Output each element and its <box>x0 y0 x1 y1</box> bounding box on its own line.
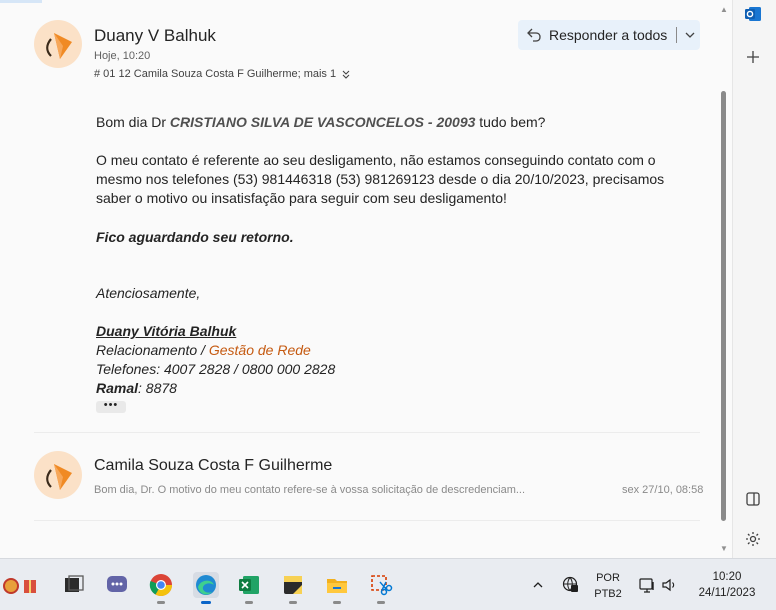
waiting-line: Fico aguardando seu retorno. <box>96 229 294 245</box>
network-icon[interactable] <box>561 575 579 598</box>
display-icon[interactable] <box>638 576 656 599</box>
recipients-text: # 01 12 Camila Souza Costa F Guilherme; … <box>94 68 337 80</box>
signature-role-prefix: Relacionamento / <box>96 342 209 358</box>
language-bottom[interactable]: PTB2 <box>593 588 623 600</box>
message-divider <box>34 432 700 433</box>
teams-chat-icon[interactable] <box>105 573 129 597</box>
paragraph-line-3: saber o motivo ou insatisfação para segu… <box>96 190 507 206</box>
greeting-line: Bom dia Dr CRISTIANO SILVA DE VASCONCELO… <box>96 114 545 130</box>
edge-indicator <box>201 601 211 604</box>
scroll-down-arrow[interactable]: ▼ <box>720 544 728 553</box>
message2-preview: Bom dia, Dr. O motivo do meu contato ref… <box>94 484 526 496</box>
scrollbar-thumb[interactable] <box>721 91 726 521</box>
edge-icon[interactable] <box>193 572 219 598</box>
chrome-icon[interactable] <box>149 573 173 597</box>
sender-avatar[interactable] <box>34 20 82 68</box>
sticky-notes-icon[interactable] <box>281 573 305 597</box>
reply-all-icon <box>527 28 541 42</box>
sender-avatar-2[interactable] <box>34 451 82 499</box>
ramal-value: : 8878 <box>138 380 177 396</box>
right-rail <box>733 0 776 558</box>
clock-time[interactable]: 10:20 <box>696 571 758 583</box>
chrome-indicator <box>157 601 165 604</box>
top-tab-marker <box>0 0 42 3</box>
outlook-icon[interactable] <box>744 5 762 28</box>
snipping-tool-indicator <box>377 601 385 604</box>
closing-line: Atenciosamente, <box>96 285 201 301</box>
file-explorer-indicator <box>333 601 341 604</box>
recipients-line[interactable]: # 01 12 Camila Souza Costa F Guilherme; … <box>94 68 350 80</box>
paragraph-line-2: mesmo nos telefones (53) 981446318 (53) … <box>96 171 665 187</box>
message2-sender-name: Camila Souza Costa F Guilherme <box>94 457 333 474</box>
scroll-up-arrow[interactable]: ▲ <box>720 5 728 14</box>
signature-role-link[interactable]: Gestão de Rede <box>209 342 311 358</box>
signature-phones: Telefones: 4007 2828 / 0800 000 2828 <box>96 361 336 377</box>
reply-button-separator <box>676 27 678 43</box>
greeting-suffix: tudo bem? <box>475 114 546 130</box>
file-explorer-icon[interactable] <box>325 573 349 597</box>
greeting-name: CRISTIANO SILVA DE VASCONCELOS - 20093 <box>169 114 476 130</box>
signature-role: Relacionamento / Gestão de Rede <box>96 342 311 358</box>
signature-ramal: Ramal: 8878 <box>96 380 177 396</box>
message2-date: sex 27/10, 08:58 <box>622 484 704 496</box>
panel-toggle-icon[interactable] <box>744 490 762 513</box>
excel-indicator <box>245 601 253 604</box>
ramal-label: Ramal <box>96 380 139 396</box>
language-top[interactable]: POR <box>593 572 623 584</box>
tray-chevron-up-icon[interactable] <box>532 578 544 596</box>
show-more-button[interactable]: ••• <box>96 400 126 413</box>
clock-date[interactable]: 24/11/2023 <box>690 587 764 599</box>
message-date: Hoje, 10:20 <box>94 50 151 62</box>
reply-all-label: Responder a todos <box>549 27 668 43</box>
excel-icon[interactable] <box>237 573 261 597</box>
reply-all-button[interactable]: Responder a todos <box>518 20 700 50</box>
reading-pane: Duany V Balhuk Hoje, 10:20 # 01 12 Camil… <box>0 0 733 558</box>
settings-gear-icon[interactable] <box>744 530 762 553</box>
expand-recipients-icon[interactable] <box>342 68 350 80</box>
task-view-icon[interactable] <box>62 573 86 597</box>
snipping-tool-icon[interactable] <box>369 573 393 597</box>
volume-icon[interactable] <box>660 576 678 599</box>
message-sender-name[interactable]: Duany V Balhuk <box>94 26 216 46</box>
signature-name: Duany Vitória Balhuk <box>96 323 237 339</box>
widgets-icon[interactable] <box>2 574 40 598</box>
chevron-down-icon[interactable] <box>684 29 696 41</box>
add-icon[interactable] <box>744 48 762 71</box>
paragraph-line-1: O meu contato é referente ao seu desliga… <box>96 152 656 168</box>
sticky-notes-indicator <box>289 601 297 604</box>
greeting-prefix: Bom dia Dr <box>96 114 170 130</box>
message-divider-2 <box>34 520 700 521</box>
